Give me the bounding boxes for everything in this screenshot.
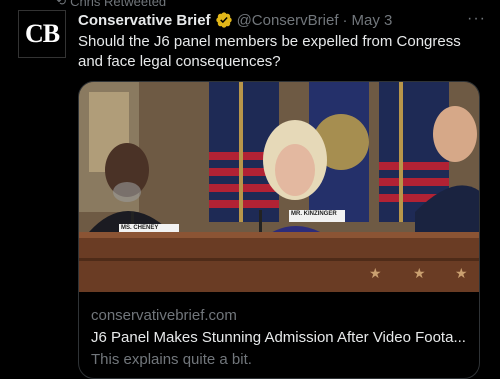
link-card[interactable]: ★ ★ ★ MS. CHENEY MR. KINZINGER conservat… [78,81,480,379]
hearing-photo: ★ ★ ★ [79,82,479,292]
retweet-context[interactable]: ⟲ Chris Retweeted [56,0,167,9]
card-info[interactable]: conservativebrief.com J6 Panel Makes Stu… [91,306,467,370]
nameplate-right: MR. KINZINGER [291,211,337,217]
retweet-label: Chris Retweeted [70,0,167,9]
more-options-icon[interactable]: ··· [467,10,486,28]
tweet-text: Should the J6 panel members be expelled … [78,33,461,70]
tweet-header: Conservative Brief @ConservBrief · May 3… [78,10,486,30]
author-handle[interactable]: @ConservBrief [237,12,339,29]
nameplate-left: MS. CHENEY [121,225,159,231]
retweet-icon: ⟲ [56,0,67,8]
svg-text:★: ★ [369,265,382,281]
separator-dot: · [342,11,348,29]
svg-text:★: ★ [413,265,426,281]
verified-badge-icon [215,12,232,28]
card-image[interactable]: ★ ★ ★ MS. CHENEY MR. KINZINGER [79,82,479,292]
author-name[interactable]: Conservative Brief [78,12,211,29]
card-domain: conservativebrief.com [91,307,237,324]
svg-text:★: ★ [455,265,468,281]
avatar-text: CB [24,19,60,48]
card-description: This explains quite a bit. [91,351,252,368]
tweet-date[interactable]: May 3 [352,12,393,29]
avatar[interactable]: CB [18,10,66,58]
card-headline[interactable]: J6 Panel Makes Stunning Admission After … [91,328,467,348]
